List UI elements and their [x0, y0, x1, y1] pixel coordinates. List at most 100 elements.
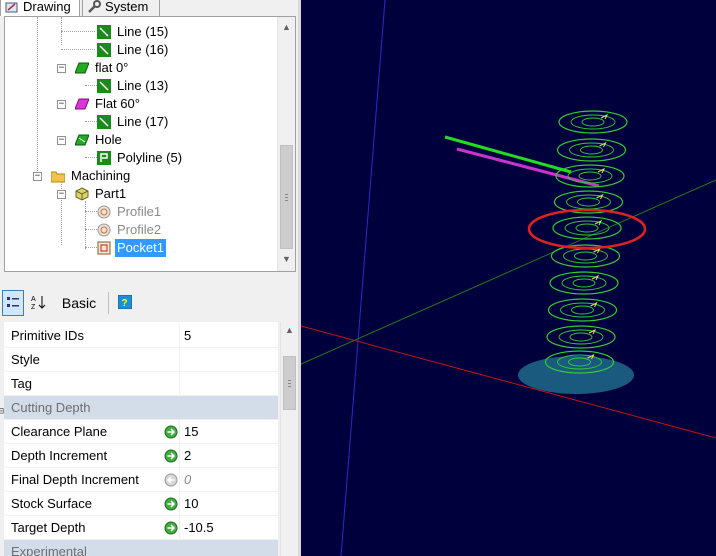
x-axis-line	[301, 325, 716, 439]
category-experimental[interactable]: Experimental	[4, 540, 278, 556]
property-value[interactable]	[182, 348, 278, 372]
scroll-up-arrow-icon[interactable]: ▲	[281, 322, 298, 339]
property-row-stock-surface[interactable]: Stock Surface 10	[4, 492, 278, 516]
toolpath-ring	[549, 271, 619, 295]
tree-item-profile1[interactable]: Profile1	[97, 203, 163, 221]
tree-item-label: Machining	[71, 168, 131, 183]
collapse-toggle[interactable]: −	[57, 64, 66, 73]
property-value[interactable]	[182, 372, 278, 396]
toolpath-ring	[560, 302, 605, 318]
property-name: Depth Increment	[4, 444, 180, 468]
tree-item-polyline-5[interactable]: Polyline (5)	[97, 149, 184, 167]
layer-hole-icon	[74, 133, 90, 147]
property-value[interactable]: 5	[182, 324, 278, 348]
help-button[interactable]: ?	[114, 290, 136, 316]
tree-item-pocket1[interactable]: Pocket1	[97, 239, 166, 257]
tree-item-line-16[interactable]: Line (16)	[97, 41, 170, 59]
tree-item-profile2[interactable]: Profile2	[97, 221, 163, 239]
toolpath-ring	[574, 251, 597, 261]
tree-item-hole[interactable]: Hole	[74, 131, 124, 149]
tree-item-label: Flat 60°	[95, 96, 140, 111]
collapse-toggle[interactable]: −	[57, 190, 66, 199]
property-value[interactable]: 10	[182, 492, 278, 516]
property-row-tag[interactable]: Tag	[4, 372, 278, 396]
wrench-icon	[87, 0, 101, 14]
tree-item-line-15[interactable]: Line (15)	[97, 23, 170, 41]
property-value[interactable]: 0	[182, 468, 278, 492]
tab-system-label: System	[105, 0, 149, 14]
tree-item-label: Line (13)	[117, 78, 169, 93]
tree-item-label: Profile1	[117, 204, 162, 219]
tree-item-label: Line (16)	[117, 42, 169, 57]
collapse-toggle[interactable]: −	[33, 172, 42, 181]
drawing-tree[interactable]: Line (15) Line (16) − flat 0° Line (13) …	[4, 16, 296, 272]
property-row-style[interactable]: Style	[4, 348, 278, 372]
arrow-right-circle-icon[interactable]	[164, 521, 178, 535]
toolpath-ring	[572, 278, 596, 288]
tree-item-machining[interactable]: Machining	[50, 167, 132, 185]
property-name: Clearance Plane	[4, 420, 180, 444]
categorized-view-button[interactable]	[2, 290, 24, 316]
property-row-final-depth-increment[interactable]: Final Depth Increment 0	[4, 468, 278, 492]
arrow-left-circle-icon[interactable]	[164, 473, 178, 487]
alphabetical-sort-button[interactable]: AZ	[28, 290, 50, 316]
scene-canvas[interactable]	[301, 0, 716, 556]
property-row-depth-increment[interactable]: Depth Increment 2	[4, 444, 278, 468]
svg-text:Z: Z	[31, 304, 36, 310]
scroll-thumb[interactable]	[280, 145, 293, 249]
category-label: Cutting Depth	[11, 400, 91, 415]
property-row-primitive-ids[interactable]: Primitive IDs 5	[4, 324, 278, 348]
folder-icon	[50, 169, 66, 183]
line-entity-icon	[97, 43, 111, 57]
basic-view-button[interactable]: Basic	[56, 290, 102, 316]
toolpath-ring	[566, 194, 611, 210]
property-name: Primitive IDs	[4, 324, 180, 348]
property-value[interactable]: 2	[182, 444, 278, 468]
toolpath-ring	[564, 220, 610, 236]
tree-item-flat-60[interactable]: Flat 60°	[74, 95, 142, 113]
tree-item-line-17[interactable]: Line (17)	[97, 113, 170, 131]
collapse-toggle[interactable]: −	[57, 136, 66, 145]
tree-item-label: flat 0°	[95, 60, 129, 75]
arrow-right-circle-icon[interactable]	[164, 497, 178, 511]
property-grid-scrollbar[interactable]: ▲	[280, 322, 298, 556]
tree-item-flat-0[interactable]: flat 0°	[74, 59, 130, 77]
tree-item-label: Line (15)	[117, 24, 169, 39]
toolpath-ring	[569, 142, 614, 158]
tree-scrollbar[interactable]: ▲ ▼	[277, 17, 295, 271]
panel-splitter[interactable]	[0, 274, 300, 284]
property-value[interactable]: 15	[182, 420, 278, 444]
pocket-op-icon	[97, 241, 111, 255]
left-panel: Drawing System Line (15) Line (16) − fla…	[0, 0, 300, 556]
scroll-up-arrow-icon[interactable]: ▲	[278, 19, 295, 36]
categorized-icon	[6, 295, 20, 312]
scroll-down-arrow-icon[interactable]: ▼	[278, 251, 295, 268]
property-row-target-depth[interactable]: Target Depth -10.5	[4, 516, 278, 540]
3d-viewport[interactable]	[301, 0, 716, 556]
category-cutting-depth[interactable]: Cutting Depth	[4, 396, 278, 420]
tree-item-part1[interactable]: Part1	[75, 185, 128, 203]
tab-system[interactable]: System	[82, 0, 160, 16]
arrow-right-circle-icon[interactable]	[164, 425, 178, 439]
collapse-toggle[interactable]: −	[57, 100, 66, 109]
toolpath-ring	[571, 305, 594, 315]
profile-op-icon	[97, 223, 111, 237]
layer-green-icon	[74, 61, 90, 75]
line-magenta[interactable]	[456, 147, 600, 188]
arrow-right-circle-icon[interactable]	[164, 449, 178, 463]
toolpath-spiral-group[interactable]	[544, 110, 628, 374]
panel-tabs: Drawing System	[0, 0, 300, 16]
sort-az-icon: AZ	[31, 294, 47, 313]
property-value[interactable]: -10.5	[182, 516, 278, 540]
property-name: Final Depth Increment	[4, 468, 180, 492]
scroll-thumb[interactable]	[283, 356, 296, 410]
layer-magenta-icon	[74, 97, 90, 111]
property-name: Target Depth	[4, 516, 180, 540]
toolpath-ring	[580, 145, 603, 155]
line-green[interactable]	[444, 135, 572, 174]
profile-op-icon	[97, 205, 111, 219]
tab-drawing[interactable]: Drawing	[0, 0, 80, 16]
tree-item-line-13[interactable]: Line (13)	[97, 77, 170, 95]
property-row-clearance-plane[interactable]: Clearance Plane 15	[4, 420, 278, 444]
stock-base	[518, 356, 634, 394]
